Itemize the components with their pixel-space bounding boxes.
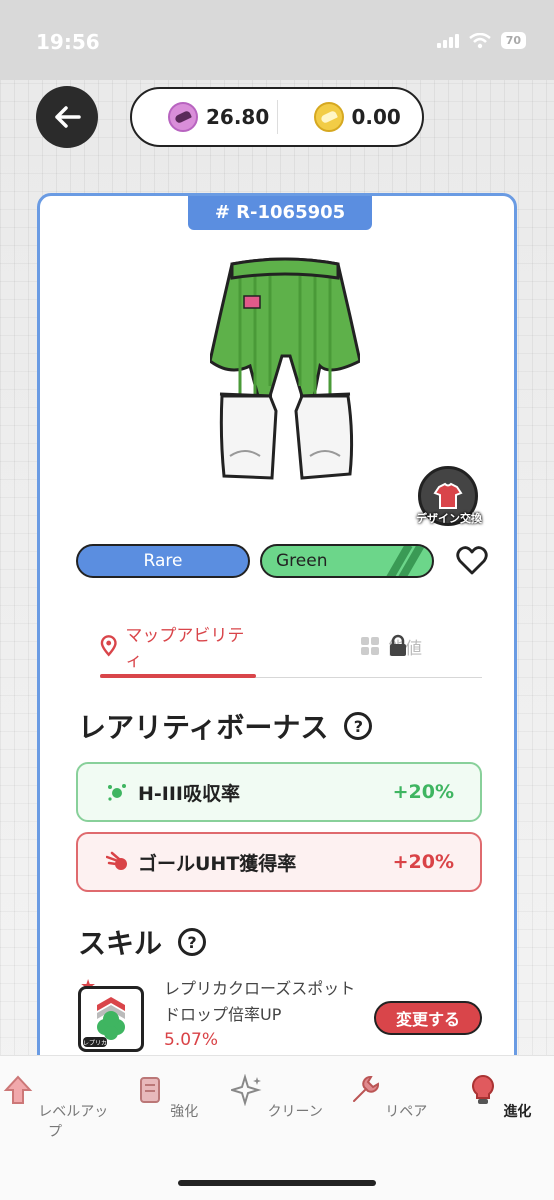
nav-label: クリーン [267, 1104, 323, 1120]
heart-icon[interactable] [456, 546, 488, 576]
map-pin-icon [100, 635, 117, 657]
status-bar: 19:56 70 [0, 0, 554, 80]
splash-icon [108, 784, 126, 801]
tab-map-ability-label: マップアビリティ [125, 626, 245, 671]
rarity-bonus-heading: レアリティボーナス ? [78, 706, 373, 746]
primary-currency: 26.80 [132, 102, 277, 132]
skill-title: スキル [78, 927, 163, 960]
status-time: 19:56 [36, 30, 100, 54]
back-button[interactable] [36, 86, 98, 148]
currency-bar: 26.80 0.00 [130, 87, 424, 147]
lock-icon [390, 634, 406, 656]
skill-icon-badge: レプリカ [83, 1040, 107, 1047]
nav-label: レベルアップ [38, 1104, 109, 1140]
design-exchange-label: デザイン交換 [416, 512, 482, 525]
grid-icon [361, 637, 379, 655]
help-icon[interactable]: ? [344, 712, 373, 740]
ability-tabs: マップアビリティ 能値 [100, 616, 482, 678]
color-type-badge: Green [260, 544, 434, 578]
bonus-value: +20% [392, 781, 454, 803]
status-icons: 70 [436, 32, 526, 49]
item-card: # R-1065905 デザイン交換 Rare Green マップアビリティ レ… [37, 193, 517, 1073]
level-up-arrow-icon [3, 1075, 33, 1104]
bonus-value: +20% [392, 851, 454, 873]
help-icon[interactable]: ? [178, 928, 207, 956]
signal-icon [436, 33, 459, 48]
nav-label: リペア [385, 1104, 428, 1120]
wrench-icon [352, 1075, 379, 1102]
rarity-badge: Rare [76, 544, 250, 578]
skill-name: レプリカクローズスポットドロップ倍率UP [164, 979, 356, 1024]
nav-label: 強化 [170, 1104, 199, 1120]
skill-rate: 5.07% [164, 1030, 219, 1050]
nav-enhance[interactable]: 強化 [111, 1074, 221, 1121]
pants-image [210, 257, 360, 480]
secondary-currency: 0.00 [278, 102, 423, 132]
sparkle-icon [228, 1073, 262, 1107]
gold-token-icon [313, 102, 344, 132]
scroll-icon [139, 1077, 160, 1103]
pink-token-icon [168, 102, 198, 132]
bonus-label: H-III吸収率 [138, 782, 240, 805]
comet-icon [106, 851, 127, 870]
bonus-row-absorption: H-III吸収率 +20% [76, 762, 482, 822]
active-tab-indicator [100, 674, 256, 678]
home-indicator [178, 1180, 376, 1186]
skill-heading: スキル ? [78, 922, 207, 962]
color-type-label: Green [276, 551, 328, 571]
nav-label: 進化 [503, 1104, 532, 1120]
bonus-label: ゴールUHT獲得率 [138, 852, 297, 875]
nav-repair[interactable]: リペア [333, 1074, 443, 1121]
tab-map-ability[interactable]: マップアビリティ [100, 616, 256, 676]
item-id-tab: # R-1065905 [188, 196, 372, 230]
change-skill-button[interactable]: 変更する [374, 1001, 482, 1035]
wifi-icon [468, 32, 491, 48]
skill-clover-icon: レプリカ [78, 986, 144, 1052]
bottom-navigation: レベルアップ 強化 クリーン リペア 進化 [0, 1055, 554, 1200]
nav-level-up[interactable]: レベルアップ [0, 1074, 110, 1141]
nav-clean[interactable]: クリーン [222, 1073, 332, 1121]
bonus-row-goal-uht: ゴールUHT獲得率 +20% [76, 832, 482, 892]
lightbulb-icon [471, 1074, 494, 1104]
tab-stats[interactable]: 能値 [336, 616, 446, 676]
design-exchange-button[interactable]: デザイン交換 [412, 466, 486, 528]
secondary-currency-value: 0.00 [351, 105, 401, 129]
nav-evolve[interactable]: 進化 [444, 1074, 554, 1121]
item-tags: Rare Green [76, 544, 488, 578]
arrow-left-icon [55, 106, 81, 128]
primary-currency-value: 26.80 [206, 105, 270, 129]
battery-indicator: 70 [500, 32, 526, 49]
rarity-bonus-title: レアリティボーナス [78, 711, 329, 744]
